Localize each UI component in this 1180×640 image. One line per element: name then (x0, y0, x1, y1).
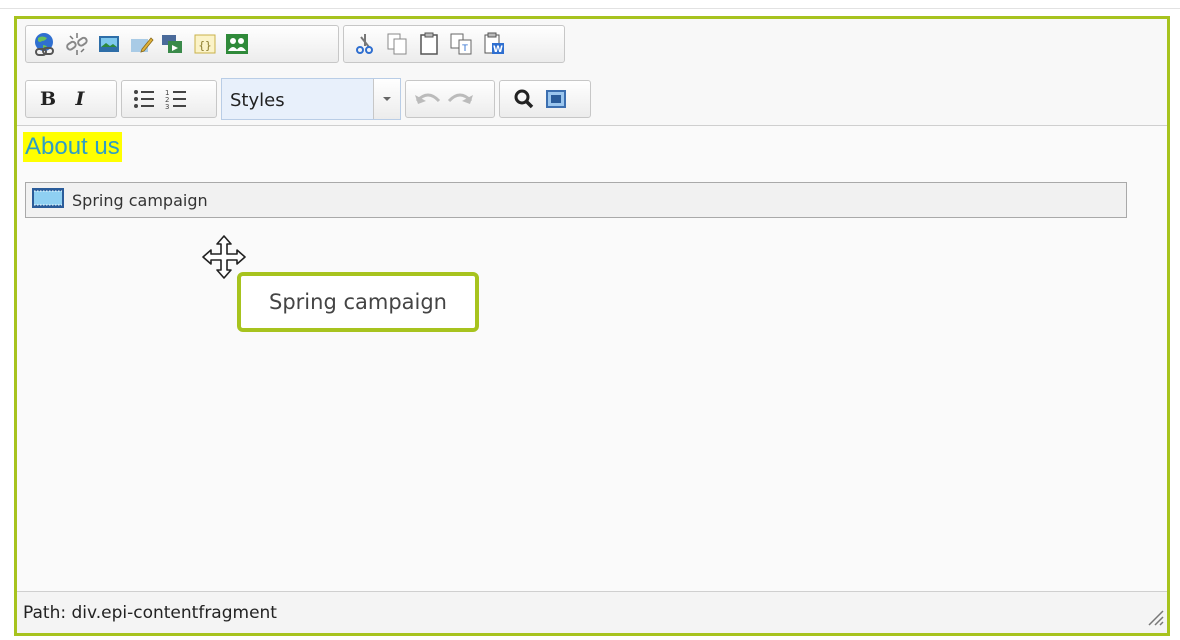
italic-button[interactable]: I (65, 84, 95, 114)
fullscreen-icon[interactable] (541, 84, 571, 114)
italic-label: I (75, 88, 85, 110)
bold-button[interactable]: B (33, 84, 63, 114)
bold-label: B (39, 88, 57, 110)
unlink-icon[interactable] (62, 29, 92, 59)
insert-image-icon[interactable] (94, 29, 124, 59)
svg-text:{}: {} (198, 39, 211, 52)
history-toolbar-group (405, 80, 495, 118)
editor-content-area[interactable]: About us Spring campaign Spring campaign (17, 126, 1167, 592)
insert-block-icon[interactable]: {} (190, 29, 220, 59)
format-toolbar-group: B I (25, 80, 117, 118)
svg-text:T: T (461, 44, 468, 54)
element-path: Path: div.epi-contentfragment (23, 603, 277, 623)
content-fragment-block[interactable]: Spring campaign (25, 182, 1127, 218)
editor-statusbar: Path: div.epi-contentfragment (17, 591, 1167, 633)
svg-text:3: 3 (165, 103, 169, 111)
styles-dropdown-value: Styles (230, 90, 285, 111)
clipboard-toolbar-group: T W (343, 25, 565, 63)
paste-text-icon[interactable]: T (446, 29, 476, 59)
list-toolbar-group: 1 2 3 (121, 80, 217, 118)
paste-word-icon[interactable]: W (478, 29, 508, 59)
paste-icon[interactable] (414, 29, 444, 59)
resize-handle-icon[interactable] (1145, 607, 1165, 631)
insert-toolbar-group: {} (25, 25, 339, 63)
redo-icon[interactable] (445, 84, 475, 114)
insert-link-icon[interactable] (30, 29, 60, 59)
page-heading: About us (23, 132, 122, 162)
top-divider (0, 0, 1180, 9)
numbered-list-icon[interactable]: 1 2 3 (161, 84, 191, 114)
edit-image-icon[interactable] (126, 29, 156, 59)
personalized-content-icon[interactable] (222, 29, 252, 59)
undo-icon[interactable] (413, 84, 443, 114)
editor-toolbar: {} T W B I 1 2 3 Styles (17, 19, 1167, 126)
styles-dropdown[interactable]: Styles (221, 78, 401, 120)
cut-icon[interactable] (350, 29, 380, 59)
insert-media-icon[interactable] (158, 29, 188, 59)
chevron-down-icon[interactable] (373, 79, 400, 119)
drag-tooltip-label: Spring campaign (269, 290, 447, 314)
tools-toolbar-group (499, 80, 591, 118)
drag-tooltip: Spring campaign (237, 272, 479, 332)
bulleted-list-icon[interactable] (129, 84, 159, 114)
content-fragment-label: Spring campaign (72, 190, 208, 210)
search-icon[interactable] (509, 84, 539, 114)
copy-icon[interactable] (382, 29, 412, 59)
content-block-icon (32, 188, 64, 212)
svg-text:W: W (493, 45, 503, 55)
rich-text-editor: {} T W B I 1 2 3 Styles About us Spring … (14, 16, 1170, 636)
